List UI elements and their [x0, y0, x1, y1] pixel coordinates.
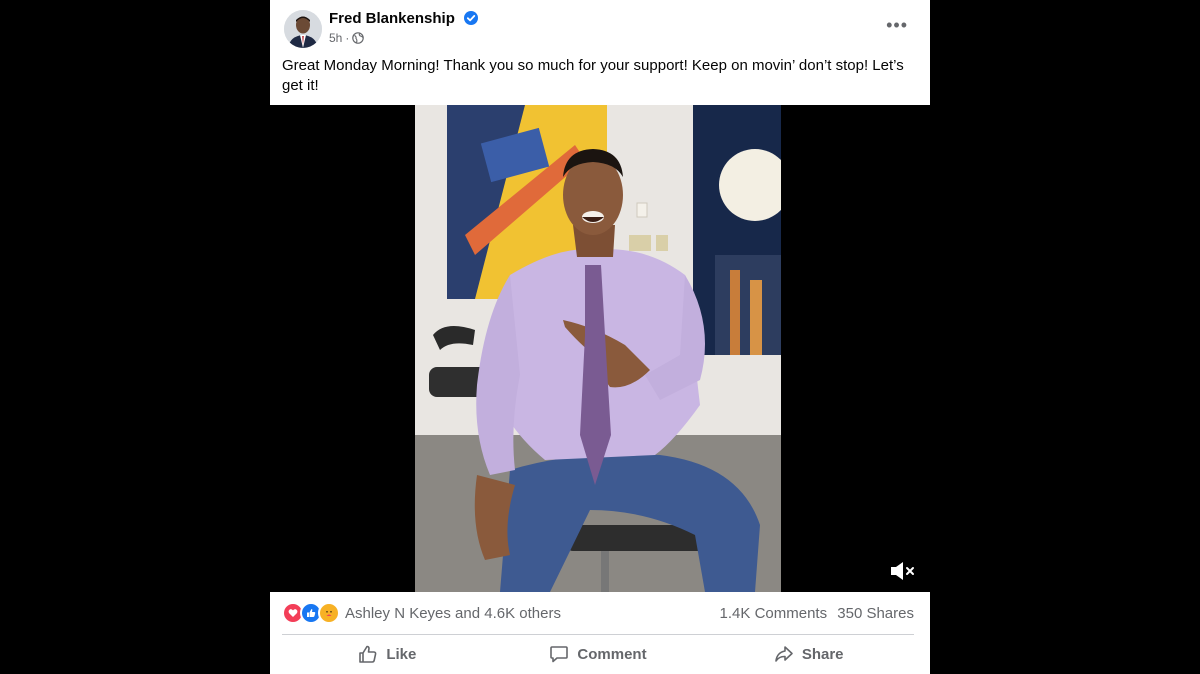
like-button[interactable]: Like: [282, 634, 493, 674]
comments-count[interactable]: 1.4K Comments: [720, 605, 828, 622]
globe-icon[interactable]: [352, 32, 365, 44]
share-arrow-icon: [775, 646, 793, 662]
mute-button[interactable]: [890, 560, 916, 582]
post-meta: 5h ·: [329, 31, 365, 45]
share-label[interactable]: Share: [802, 646, 844, 663]
verified-badge-icon: [464, 11, 479, 25]
more-options-button[interactable]: •••: [886, 16, 908, 34]
comment-label[interactable]: Comment: [577, 646, 646, 663]
shares-count[interactable]: 350 Shares: [837, 605, 914, 622]
thumbs-up-icon: [359, 645, 377, 663]
like-label[interactable]: Like: [386, 646, 416, 663]
reaction-summary[interactable]: Ashley N Keyes and 4.6K others: [345, 605, 561, 622]
avatar-image: [284, 10, 322, 48]
care-icon: [318, 602, 340, 624]
comment-button[interactable]: Comment: [493, 634, 704, 674]
reaction-icons[interactable]: [282, 602, 340, 624]
video-frame[interactable]: [415, 105, 781, 592]
volume-muted-icon: [891, 562, 914, 580]
engagement-counts: 1.4K Comments 350 Shares: [714, 605, 914, 622]
post-actions: Like Comment Share: [282, 634, 914, 674]
author-avatar[interactable]: [284, 10, 322, 48]
post-header: Fred Blankenship 5h · ••• Great Monday M…: [270, 0, 930, 105]
share-button[interactable]: Share: [703, 634, 914, 674]
video-still-image: [415, 105, 781, 592]
post-stats: Ashley N Keyes and 4.6K others 1.4K Comm…: [282, 592, 914, 635]
post-caption: Great Monday Morning! Thank you so much …: [282, 57, 904, 94]
author-name[interactable]: Fred Blankenship: [329, 10, 479, 27]
author-name-text[interactable]: Fred Blankenship: [329, 10, 455, 27]
facebook-post: Fred Blankenship 5h · ••• Great Monday M…: [270, 0, 930, 674]
meta-separator: ·: [345, 31, 350, 45]
comment-icon: [550, 646, 569, 663]
video-player[interactable]: [270, 105, 930, 592]
post-time[interactable]: 5h: [329, 31, 342, 45]
